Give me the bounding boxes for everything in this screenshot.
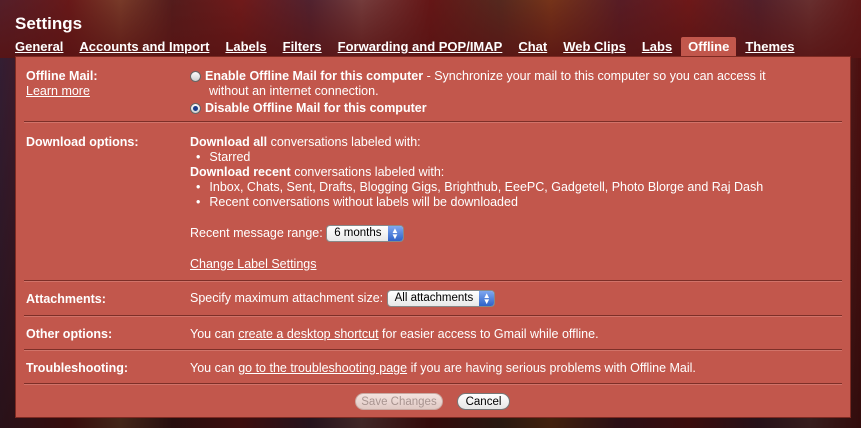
tab-forwarding-pop-imap[interactable]: Forwarding and POP/IMAP <box>338 37 503 56</box>
download-recent-item: Inbox, Chats, Sent, Drafts, Blogging Gig… <box>190 180 763 195</box>
offline-mail-row: Offline Mail: Learn more Enable Offline … <box>24 57 842 122</box>
enable-offline-option: Enable Offline Mail for this computer - … <box>190 69 766 84</box>
enable-offline-label: Enable Offline Mail for this computer <box>205 69 424 83</box>
tab-labs[interactable]: Labs <box>642 37 672 56</box>
tab-accounts-and-import[interactable]: Accounts and Import <box>79 37 209 56</box>
troubleshooting-text: You can <box>190 361 239 375</box>
change-label-settings-link[interactable]: Change Label Settings <box>190 257 763 272</box>
settings-tabs: General Accounts and Import Labels Filte… <box>15 37 810 56</box>
tab-offline[interactable]: Offline <box>681 37 737 56</box>
enable-offline-description-2: without an internet connection. <box>209 84 379 98</box>
download-all-bold: Download all <box>190 135 268 149</box>
troubleshooting-text-end: if you are having serious problems with … <box>407 361 696 375</box>
tab-labels[interactable]: Labels <box>225 37 266 56</box>
recent-range-select[interactable]: 6 months ▲ ▼ <box>326 225 404 242</box>
other-options-row: Other options: You can create a desktop … <box>24 316 842 350</box>
attachments-row: Attachments: Specify maximum attachment … <box>24 281 842 316</box>
offline-mail-options: Enable Offline Mail for this computer - … <box>190 69 766 116</box>
settings-panel: Offline Mail: Learn more Enable Offline … <box>15 56 851 418</box>
download-all-text: conversations labeled with: <box>267 135 421 149</box>
tab-general[interactable]: General <box>15 37 63 56</box>
enable-offline-radio[interactable] <box>190 71 201 83</box>
enable-offline-description: - Synchronize your mail to this computer… <box>423 69 766 83</box>
download-options-content: Download all conversations labeled with:… <box>190 135 763 272</box>
offline-mail-label: Offline Mail: <box>26 69 98 83</box>
disable-offline-label: Disable Offline Mail for this computer <box>205 101 427 115</box>
attachment-size-select[interactable]: All attachments ▲ ▼ <box>386 290 496 307</box>
recent-range-label: Recent message range: <box>190 225 323 240</box>
download-all-item: Starred <box>190 150 763 165</box>
other-options-content: You can create a desktop shortcut for ea… <box>190 327 599 342</box>
other-options-text: You can <box>190 327 239 341</box>
troubleshooting-row: Troubleshooting: You can go to the troub… <box>24 350 842 384</box>
cancel-button[interactable]: Cancel <box>457 393 510 410</box>
attachment-size-value: All attachments <box>394 292 474 304</box>
attachments-content: Specify maximum attachment size: All att… <box>190 290 496 307</box>
troubleshooting-content: You can go to the troubleshooting page i… <box>190 361 696 376</box>
other-options-label: Other options: <box>26 327 113 341</box>
troubleshooting-link[interactable]: go to the troubleshooting page <box>238 361 407 375</box>
tab-web-clips[interactable]: Web Clips <box>563 37 626 56</box>
tab-filters[interactable]: Filters <box>283 37 322 56</box>
disable-offline-radio[interactable] <box>190 103 201 115</box>
select-arrows-icon: ▲ ▼ <box>479 291 495 306</box>
attachments-label: Attachments: <box>26 292 106 306</box>
recent-range-value: 6 months <box>334 227 382 239</box>
download-recent-item: Recent conversations without labels will… <box>190 195 763 210</box>
download-all-heading: Download all conversations labeled with: <box>190 135 763 150</box>
other-options-text-end: for easier access to Gmail while offline… <box>378 327 599 341</box>
download-options-label: Download options: <box>26 135 139 149</box>
tab-chat[interactable]: Chat <box>518 37 547 56</box>
download-recent-text: conversations labeled with: <box>290 165 445 179</box>
disable-offline-option: Disable Offline Mail for this computer <box>190 101 766 116</box>
select-arrows-icon: ▲ ▼ <box>387 226 403 241</box>
download-options-row: Download options: Download all conversat… <box>24 122 842 281</box>
tab-themes[interactable]: Themes <box>745 37 794 56</box>
desktop-shortcut-link[interactable]: create a desktop shortcut <box>238 327 378 341</box>
page-title: Settings <box>15 14 83 33</box>
learn-more-link[interactable]: Learn more <box>26 84 90 98</box>
recent-range-field: Recent message range: 6 months ▲ ▼ <box>190 225 763 242</box>
troubleshooting-label: Troubleshooting: <box>26 361 129 375</box>
save-changes-button[interactable]: Save Changes <box>355 393 443 410</box>
download-recent-heading: Download recent conversations labeled wi… <box>190 165 763 180</box>
header-bar: Settings General Accounts and Import Lab… <box>0 0 861 58</box>
download-recent-bold: Download recent <box>190 165 291 179</box>
attachments-text: Specify maximum attachment size: <box>190 290 384 305</box>
